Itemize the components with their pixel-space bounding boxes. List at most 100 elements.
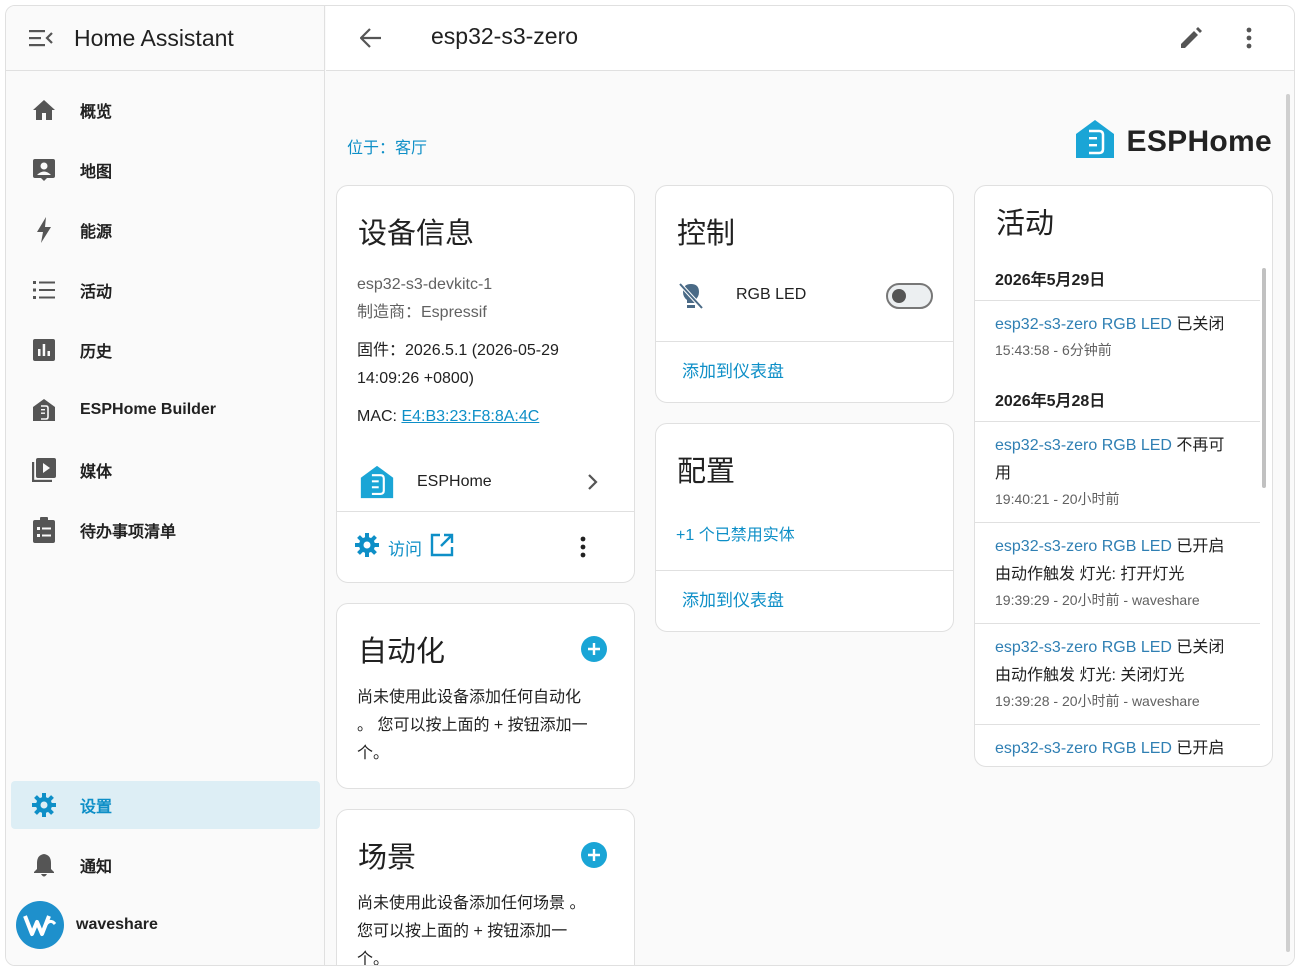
lightbulb-off-icon	[678, 282, 704, 315]
divider	[656, 341, 953, 342]
back-arrow-icon[interactable]	[356, 23, 386, 53]
scene-desc-line1: 尚未使用此设备添加任何场景 。	[357, 895, 586, 912]
sidebar-item-media[interactable]: 媒体	[11, 446, 320, 494]
gear-icon	[31, 792, 57, 818]
entity-link[interactable]: esp32-s3-zero RGB LED	[995, 437, 1172, 454]
scene-desc-line2: 您可以按上面的 + 按钮添加一	[357, 923, 568, 940]
entry-meta: 19:39:28 - 20小时前 - waveshare	[995, 693, 1200, 709]
area-link[interactable]: 位于：客厅	[347, 134, 427, 158]
entity-link[interactable]: esp32-s3-zero RGB LED	[995, 538, 1172, 555]
scrollbar-thumb[interactable]	[1286, 94, 1290, 952]
disabled-entities-link[interactable]: +1 个已禁用实体	[676, 522, 795, 550]
mac-address: MAC: E4:B3:23:F8:8A:4C	[357, 403, 539, 431]
app-window: Home Assistant 概览 地图 能源 活动 历史 ESPHome Bu…	[5, 5, 1295, 966]
more-vert-icon[interactable]	[1234, 23, 1264, 53]
firmware-line1: 固件：2026.5.1 (2026-05-29	[357, 342, 559, 359]
add-scene-button[interactable]	[581, 842, 607, 868]
entry-message: 已关闭	[1171, 639, 1225, 656]
esphome-logo-icon	[1075, 119, 1115, 164]
mac-link[interactable]: E4:B3:23:F8:8A:4C	[401, 408, 539, 425]
gear-icon	[355, 533, 379, 562]
device-page: 位于：客厅 ESPHome 设备信息 esp32-s3-devkitc-1 制造…	[326, 72, 1294, 965]
esphome-icon	[31, 397, 57, 423]
menu-collapse-icon[interactable]	[26, 23, 56, 53]
activity-card: 活动 2026年5月29日 esp32-s3-zero RGB LED 已关闭 …	[974, 185, 1273, 767]
sidebar-item-profile[interactable]: waveshare	[11, 901, 320, 949]
sidebar-item-todo[interactable]: 待办事项清单	[11, 506, 320, 554]
edit-pencil-icon[interactable]	[1176, 23, 1206, 53]
sidebar-item-esphome-builder[interactable]: ESPHome Builder	[11, 386, 320, 434]
entry-message-line2: 用	[995, 465, 1012, 482]
entity-link[interactable]: esp32-s3-zero RGB LED	[995, 740, 1172, 757]
app-title: Home Assistant	[74, 24, 234, 51]
sidebar-item-label: 历史	[80, 344, 113, 361]
card-title: 配置	[677, 456, 736, 488]
scene-card: 场景 尚未使用此设备添加任何场景 。 您可以按上面的 + 按钮添加一 个。	[336, 809, 635, 966]
config-card: 配置 +1 个已禁用实体 添加到仪表盘	[655, 423, 954, 632]
firmware-line2: 14:09:26 +0800)	[357, 370, 474, 387]
sidebar-item-label: 媒体	[80, 464, 113, 481]
mac-label: MAC:	[357, 408, 402, 425]
add-to-dashboard-button[interactable]: 添加到仪表盘	[682, 587, 784, 615]
sidebar-item-history[interactable]: 历史	[11, 326, 320, 374]
entry-message: 已关闭	[1171, 316, 1225, 333]
activity-entry: esp32-s3-zero RGB LED 已开启 由动作触发 灯光: 打开灯光…	[995, 533, 1245, 611]
chevron-right-icon	[587, 473, 599, 496]
automation-desc-line3: 个。	[357, 745, 390, 762]
sidebar-item-label: 通知	[80, 859, 113, 876]
entry-message-line2: 由动作触发 灯光: 关闭灯光	[995, 667, 1185, 684]
sidebar-item-overview[interactable]: 概览	[11, 86, 320, 134]
sidebar-item-settings[interactable]: 设置	[11, 781, 320, 829]
sidebar-item-label: 设置	[80, 799, 113, 816]
visit-label: 访问	[388, 540, 422, 559]
scene-desc-line3: 个。	[357, 951, 390, 966]
open-in-new-icon	[430, 533, 454, 562]
sidebar-item-label: waveshare	[76, 916, 158, 933]
map-icon	[31, 157, 57, 183]
divider	[975, 623, 1260, 624]
avatar	[16, 901, 64, 949]
sidebar-item-energy[interactable]: 能源	[11, 206, 320, 254]
entry-message: 已开启	[1171, 538, 1225, 555]
home-icon	[31, 97, 57, 123]
page-scrollbar[interactable]	[1284, 78, 1292, 952]
sidebar-item-label: ESPHome Builder	[80, 401, 217, 418]
page-title: esp32-s3-zero	[431, 23, 579, 49]
sidebar-item-map[interactable]: 地图	[11, 146, 320, 194]
sidebar-item-logbook[interactable]: 活动	[11, 266, 320, 314]
card-title: 活动	[996, 208, 1055, 240]
add-to-dashboard-button[interactable]: 添加到仪表盘	[682, 358, 784, 386]
entity-link[interactable]: esp32-s3-zero RGB LED	[995, 639, 1172, 656]
sidebar-item-label: 概览	[80, 104, 113, 121]
integration-name: ESPHome	[417, 473, 492, 490]
card-title: 设备信息	[358, 218, 475, 250]
more-vert-icon[interactable]	[580, 536, 586, 563]
integration-row[interactable]: ESPHome	[337, 461, 634, 511]
entry-message-line2: 由动作触发 灯光: 打开灯光	[995, 566, 1185, 583]
sidebar-item-label: 活动	[80, 284, 113, 301]
add-automation-button[interactable]	[581, 636, 607, 662]
top-bar: esp32-s3-zero	[326, 6, 1294, 71]
divider	[975, 300, 1260, 301]
sidebar-item-label: 能源	[80, 224, 113, 241]
scrollbar-thumb[interactable]	[1262, 268, 1266, 488]
sidebar: Home Assistant 概览 地图 能源 活动 历史 ESPHome Bu…	[6, 6, 325, 965]
clipboard-list-icon	[31, 517, 57, 543]
device-model: esp32-s3-devkitc-1	[357, 276, 493, 293]
rgb-led-toggle[interactable]	[886, 283, 933, 309]
activity-scrollbar[interactable]	[1260, 254, 1268, 752]
entry-meta: 19:40:21 - 20小时前	[995, 491, 1120, 507]
sidebar-item-notifications[interactable]: 通知	[11, 841, 320, 889]
visit-button[interactable]: 访问	[355, 533, 454, 562]
activity-entry: esp32-s3-zero RGB LED 已关闭 15:43:58 - 6分钟…	[995, 311, 1245, 361]
chart-box-icon	[31, 337, 57, 363]
divider	[975, 724, 1260, 725]
entity-link[interactable]: esp32-s3-zero RGB LED	[995, 316, 1172, 333]
card-title: 场景	[358, 842, 417, 874]
toggle-knob	[892, 289, 906, 303]
activity-entry: esp32-s3-zero RGB LED 不再可 用 19:40:21 - 2…	[995, 432, 1245, 510]
automation-card: 自动化 尚未使用此设备添加任何自动化 。 您可以按上面的 + 按钮添加一 个。	[336, 603, 635, 789]
lightning-icon	[31, 217, 57, 243]
sidebar-item-label: 地图	[80, 164, 113, 181]
brand-name: ESPHome	[1126, 124, 1272, 158]
